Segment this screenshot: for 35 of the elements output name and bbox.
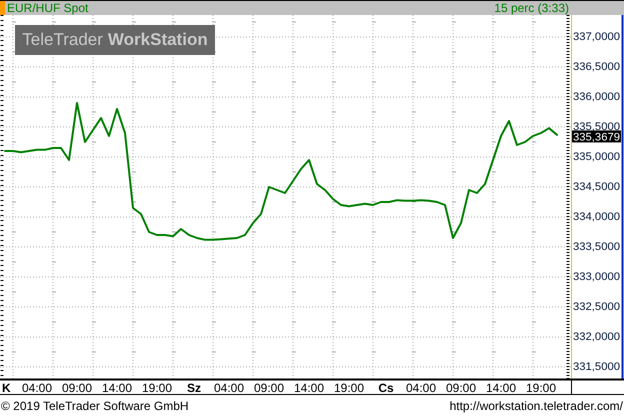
y-tick-label: 334,5000: [573, 181, 619, 193]
instrument-title: EUR/HUF Spot: [7, 2, 88, 14]
day-label: K: [2, 381, 11, 395]
y-tick-label: 336,5000: [573, 61, 619, 73]
x-tick-label: 04:00: [214, 381, 244, 395]
y-tick-label: 335,0000: [573, 151, 619, 163]
x-tick-label: 14:00: [486, 381, 516, 395]
x-tick-label: 09:00: [446, 381, 476, 395]
y-tick-label: 332,5000: [573, 301, 619, 313]
logo-bold-text: WorkStation: [108, 29, 208, 52]
x-tick-label: 14:00: [102, 381, 132, 395]
x-tick-label: 14:00: [294, 381, 324, 395]
x-tick-label: 19:00: [142, 381, 172, 395]
x-tick-label: 19:00: [334, 381, 364, 395]
y-tick-label: 333,5000: [573, 241, 619, 253]
x-tick-label: 09:00: [254, 381, 284, 395]
y-tick-label: 337,0000: [573, 31, 619, 43]
logo-text: TeleTrader: [22, 29, 103, 52]
day-label: Sz: [187, 381, 201, 395]
last-price-label: 335,3679: [572, 130, 621, 144]
y-tick-label: 332,0000: [573, 331, 619, 343]
website-link[interactable]: http://workstation.teletrader.com/: [450, 400, 623, 412]
y-tick-label: 335,5000: [573, 121, 619, 133]
x-tick-label: 04:00: [22, 381, 52, 395]
marker-strip: [0, 1, 5, 15]
y-tick-label: 331,5000: [573, 361, 619, 373]
x-tick-label: 09:00: [62, 381, 92, 395]
interval-label: 15 perc (3:33): [494, 2, 569, 14]
copyright-text: © 2019 TeleTrader Software GmbH: [1, 400, 189, 412]
x-tick-label: 19:00: [526, 381, 556, 395]
y-tick-label: 333,0000: [573, 271, 619, 283]
y-tick-label: 334,0000: [573, 211, 619, 223]
day-label: Cs: [378, 381, 394, 395]
y-tick-label: 336,0000: [573, 91, 619, 103]
x-tick-label: 04:00: [406, 381, 436, 395]
